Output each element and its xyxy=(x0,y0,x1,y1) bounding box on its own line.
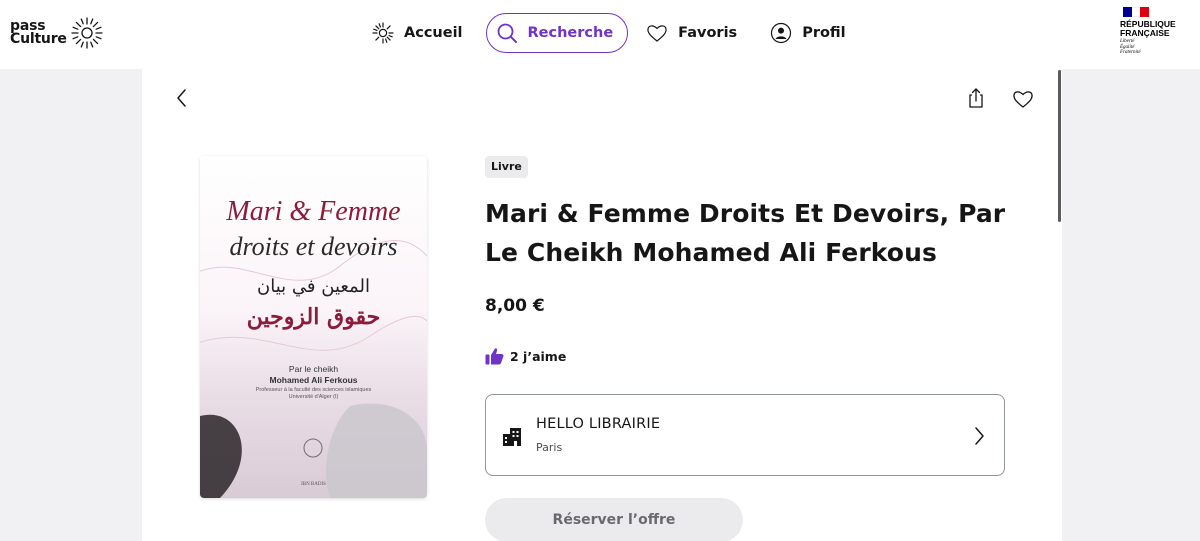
cover-author: Mohamed Ali Ferkous xyxy=(269,375,358,385)
logo-sun-icon xyxy=(71,17,103,49)
chevron-left-icon xyxy=(177,89,186,107)
sun-icon xyxy=(371,21,395,45)
cover-publisher: IBN BADIS xyxy=(301,482,326,487)
nav-recherche[interactable]: Recherche xyxy=(485,13,629,53)
logo-text: pass Culture xyxy=(10,19,67,47)
venue-city: Paris xyxy=(536,441,563,454)
rf-line2: FRANÇAISE xyxy=(1120,27,1170,38)
heart-icon xyxy=(1013,91,1033,108)
offer-title: Mari & Femme Droits Et Devoirs, Par Le C… xyxy=(485,199,1006,267)
likes-count: 2 j’aime xyxy=(485,347,566,365)
republique-francaise-logo: RÉPUBLIQUE FRANÇAISE Liberté Égalité Fra… xyxy=(1120,7,1180,56)
logo-line-culture: Culture xyxy=(10,31,67,47)
cover-arabic-line2: حقوق الزوجين xyxy=(246,304,381,330)
offer-image[interactable]: Mari & Femme droits et devoirs المعين في… xyxy=(200,156,427,498)
cover-title-line1: Mari & Femme xyxy=(226,196,401,227)
share-button[interactable] xyxy=(964,86,988,110)
user-icon xyxy=(769,21,793,45)
nav-profil[interactable]: Profil xyxy=(760,13,860,53)
cover-title-line2: droits et devoirs xyxy=(229,232,398,261)
top-navigation-bar: pass Culture Accueil Recherche Favoris P… xyxy=(0,0,1200,69)
cover-affiliation2: Université d'Alger (I) xyxy=(288,394,339,400)
pass-culture-logo[interactable]: pass Culture xyxy=(10,16,104,50)
likes-text: 2 j’aime xyxy=(510,348,567,364)
heart-icon xyxy=(645,21,669,45)
search-icon xyxy=(495,21,519,45)
favorite-button[interactable] xyxy=(1011,87,1035,111)
share-icon xyxy=(969,88,983,108)
nav-favoris[interactable]: Favoris xyxy=(636,13,752,53)
nav-accueil[interactable]: Accueil xyxy=(362,13,478,53)
reserve-button[interactable]: Réserver l’offre xyxy=(485,498,743,541)
cover-arabic-line1: المعين في بيان xyxy=(257,276,370,297)
building-icon xyxy=(503,428,521,446)
cover-by: Par le cheikh xyxy=(288,364,339,374)
nav-favoris-label: Favoris xyxy=(678,25,738,41)
nav-recherche-label: Recherche xyxy=(527,25,614,41)
french-flag-icon xyxy=(1123,7,1150,17)
thumbs-up-icon xyxy=(485,348,504,365)
nav-accueil-label: Accueil xyxy=(404,25,463,41)
venue-name: HELLO LIBRAIRIE xyxy=(536,416,661,432)
category-tag: Livre xyxy=(485,156,528,178)
nav-profil-label: Profil xyxy=(802,25,846,41)
rf-motto3: Fraternité xyxy=(1120,50,1141,55)
chevron-right-icon xyxy=(975,427,984,445)
offer-price: 8,00 € xyxy=(485,296,545,316)
scrollbar[interactable] xyxy=(1058,70,1061,222)
venue-card[interactable]: HELLO LIBRAIRIE Paris xyxy=(485,394,1005,476)
back-button[interactable] xyxy=(171,86,193,110)
cover-affiliation1: Professeur à la faculté des sciences isl… xyxy=(255,387,372,393)
main-nav: Accueil Recherche Favoris Profil xyxy=(362,13,869,53)
